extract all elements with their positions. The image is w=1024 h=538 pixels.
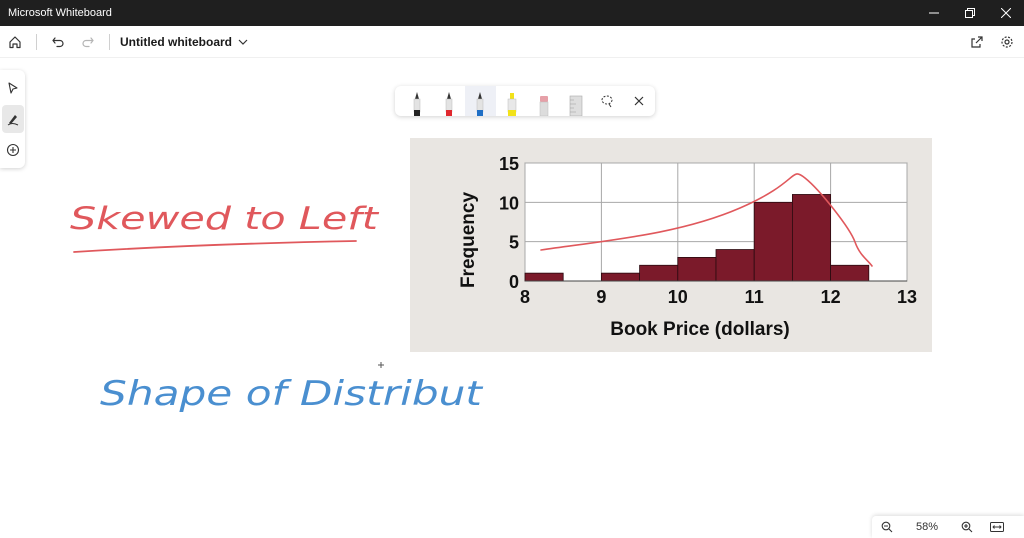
x-axis-label: Book Price (dollars) [610,319,790,340]
fit-screen-icon [990,522,1004,532]
y-tick-label: 10 [499,193,519,213]
histogram-bar [753,201,793,282]
histogram-bar [830,264,870,282]
pen-cursor [378,362,384,368]
zoom-in-icon [961,521,973,533]
histogram-bar [791,194,831,282]
histogram-bar [715,249,755,282]
x-tick-label: 11 [745,287,764,307]
histogram-chart: 8 9 10 11 12 13 0 5 10 15 Frequency Book Price (d… [458,154,917,340]
histogram-photo[interactable]: 8 9 10 11 12 13 0 5 10 15 Frequency Book Price (d… [410,138,932,352]
x-tick-label: 10 [668,287,688,307]
y-axis-label: Frequency [458,192,479,289]
whiteboard-app: Microsoft Whiteboard Untitled whiteboard [0,0,1024,538]
x-tick-label: 13 [897,287,917,307]
red-ink-text[interactable]: Skewed to Left [70,201,380,237]
y-tick-label: 15 [499,154,519,174]
y-tick-label: 5 [509,233,519,253]
zoom-in-button[interactable] [952,516,982,538]
x-tick-label: 9 [596,287,606,307]
histogram-bar [677,257,717,282]
x-tick-label: 12 [821,287,841,307]
histogram-bar [600,272,640,282]
zoom-out-button[interactable] [872,516,902,538]
red-underline[interactable] [73,240,357,253]
blue-ink-text[interactable]: Shape of Distribut [100,374,484,414]
y-tick-label: 0 [509,272,519,292]
histogram-bar [639,264,679,282]
x-tick-label: 8 [520,287,530,307]
histogram-bar [524,272,564,282]
zoom-out-icon [881,521,893,533]
fit-to-screen-button[interactable] [982,516,1012,538]
zoom-bar: 58% [872,516,1024,538]
zoom-level[interactable]: 58% [902,521,952,533]
